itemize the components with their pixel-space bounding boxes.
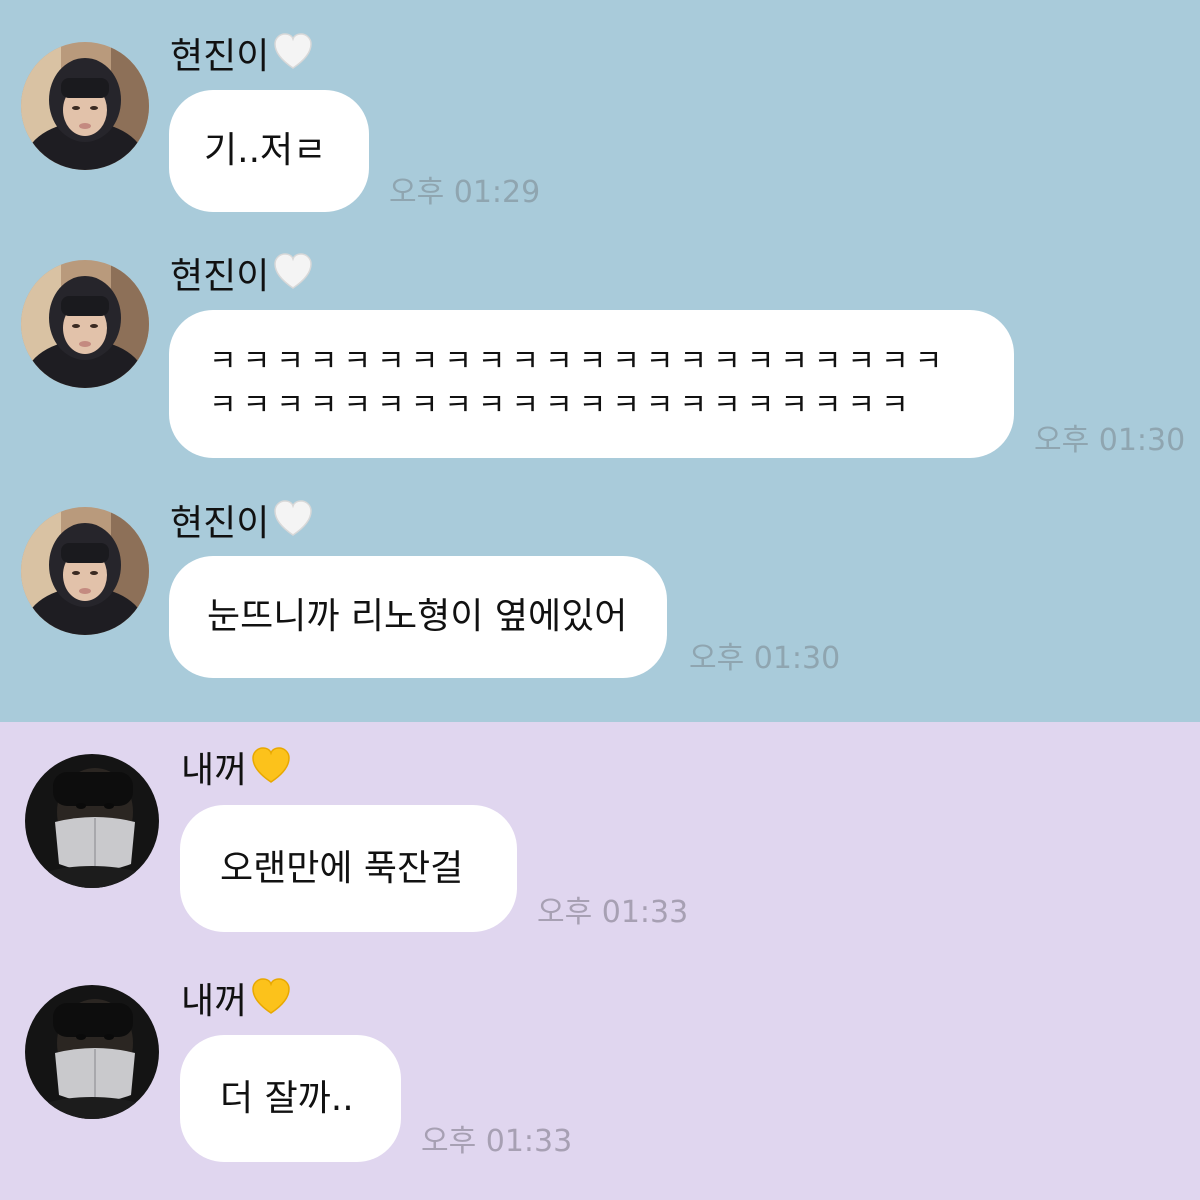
avatar[interactable]	[25, 985, 159, 1119]
avatar[interactable]	[25, 754, 159, 888]
timestamp: 오후 01:33	[537, 895, 689, 930]
sender-name: 내꺼	[181, 975, 293, 1028]
white-heart-icon	[271, 497, 315, 550]
white-heart-icon	[271, 250, 315, 303]
message-bubble[interactable]: 기..저ㄹ	[169, 90, 369, 212]
sender-name: 현진이	[170, 497, 315, 550]
timestamp: 오후 01:30	[689, 641, 841, 676]
chat-panel-top: 현진이 기..저ㄹ 오후 01:29 현진이 ㅋㅋㅋㅋㅋㅋㅋㅋㅋㅋㅋㅋㅋㅋㅋㅋㅋ…	[0, 0, 1200, 722]
sender-name: 내꺼	[181, 744, 293, 797]
avatar[interactable]	[21, 42, 149, 170]
yellow-heart-icon	[249, 975, 293, 1028]
timestamp: 오후 01:29	[389, 175, 541, 210]
message-bubble[interactable]: 더 잘까..	[180, 1035, 401, 1162]
yellow-heart-icon	[249, 744, 293, 797]
white-heart-icon	[271, 30, 315, 83]
timestamp: 오후 01:30	[1034, 423, 1186, 458]
avatar[interactable]	[21, 507, 149, 635]
sender-name: 현진이	[170, 30, 315, 83]
chat-panel-bottom: 내꺼 오랜만에 푹잔걸 오후 01:33 내꺼 더 잘까.. 오후 01:33	[0, 722, 1200, 1200]
timestamp: 오후 01:33	[421, 1124, 573, 1159]
message-bubble[interactable]: ㅋㅋㅋㅋㅋㅋㅋㅋㅋㅋㅋㅋㅋㅋㅋㅋㅋㅋㅋㅋㅋㅋㅋㅋㅋㅋㅋㅋㅋㅋㅋㅋㅋㅋㅋㅋㅋㅋㅋㅋ…	[169, 310, 1014, 458]
message-bubble[interactable]: 오랜만에 푹잔걸	[180, 805, 517, 932]
avatar[interactable]	[21, 260, 149, 388]
sender-name: 현진이	[170, 250, 315, 303]
message-bubble[interactable]: 눈뜨니까 리노형이 옆에있어	[169, 556, 667, 678]
